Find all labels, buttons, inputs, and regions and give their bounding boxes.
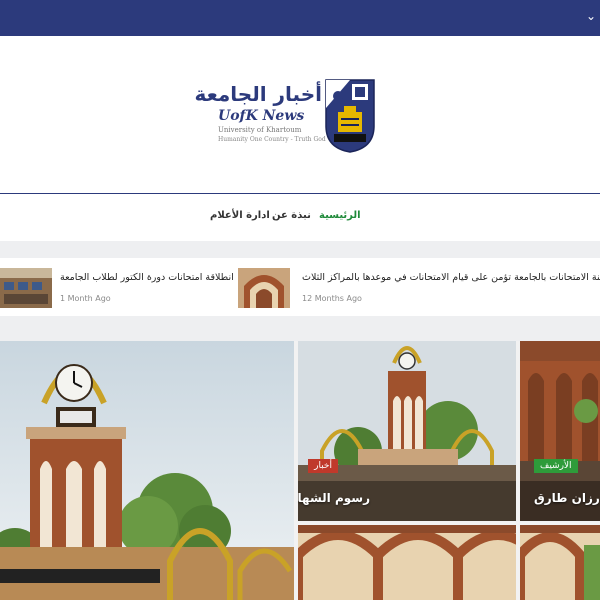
card-title[interactable]: طالبة رزان طارق xyxy=(534,491,600,505)
nav-item-about[interactable]: نبذة عن xyxy=(272,210,311,221)
nav-item-media[interactable]: ادارة الأعلام xyxy=(210,210,270,221)
news-card[interactable]: أخبار رسوم الشهادات xyxy=(298,341,516,521)
ticker-item[interactable]: انطلاقة امتحانات دورة الكتور لطلاب الجام… xyxy=(0,268,234,308)
ticker-item[interactable]: لجنة الامتحانات بالجامعة تؤمن على قيام ا… xyxy=(238,268,600,308)
logo-arabic-title: أخبار الجامعة xyxy=(194,82,322,106)
category-badge[interactable]: الأرشيف xyxy=(534,459,578,473)
arcade-image xyxy=(298,525,516,600)
logo-subtitle: University of Khartoum xyxy=(218,126,302,134)
logo-motto: Humanity One Country - Truth God xyxy=(218,136,326,143)
site-header: أخبار الجامعة UofK News University of Kh… xyxy=(0,36,600,194)
chevron-down-icon[interactable]: ⌄ xyxy=(586,9,596,23)
featured-main-tile[interactable] xyxy=(0,341,294,600)
logo-english-title: UofK News xyxy=(218,108,305,124)
clock-tower-image xyxy=(0,341,294,600)
university-crest-icon xyxy=(325,79,375,153)
nav-item-home[interactable]: الرئيسية xyxy=(319,210,361,221)
ticker-title[interactable]: انطلاقة امتحانات دورة الكتور لطلاب الجام… xyxy=(60,272,234,283)
featured-grid: أخبار رسوم الشهادات الأرشيف طالبة رزان ط… xyxy=(0,341,600,600)
ticker-thumbnail xyxy=(0,268,52,308)
news-card[interactable]: الأرشيف طالبة رزان طارق xyxy=(520,341,600,521)
news-card[interactable] xyxy=(520,525,600,600)
category-badge[interactable]: أخبار xyxy=(308,459,338,473)
top-bar: ⌄ xyxy=(0,0,600,36)
site-logo[interactable]: أخبار الجامعة UofK News University of Kh… xyxy=(194,78,376,154)
arcade-image xyxy=(520,525,600,600)
ticker-time: 12 Months Ago xyxy=(302,294,362,303)
card-title[interactable]: رسوم الشهادات xyxy=(298,491,370,505)
ticker-thumbnail xyxy=(238,268,290,308)
ticker-time: 1 Month Ago xyxy=(60,294,111,303)
ticker-title[interactable]: لجنة الامتحانات بالجامعة تؤمن على قيام ا… xyxy=(302,272,600,283)
news-card[interactable] xyxy=(298,525,516,600)
news-ticker: انطلاقة امتحانات دورة الكتور لطلاب الجام… xyxy=(0,258,600,316)
main-nav: الرئيسية نبذة عن ادارة الأعلام xyxy=(0,195,600,241)
